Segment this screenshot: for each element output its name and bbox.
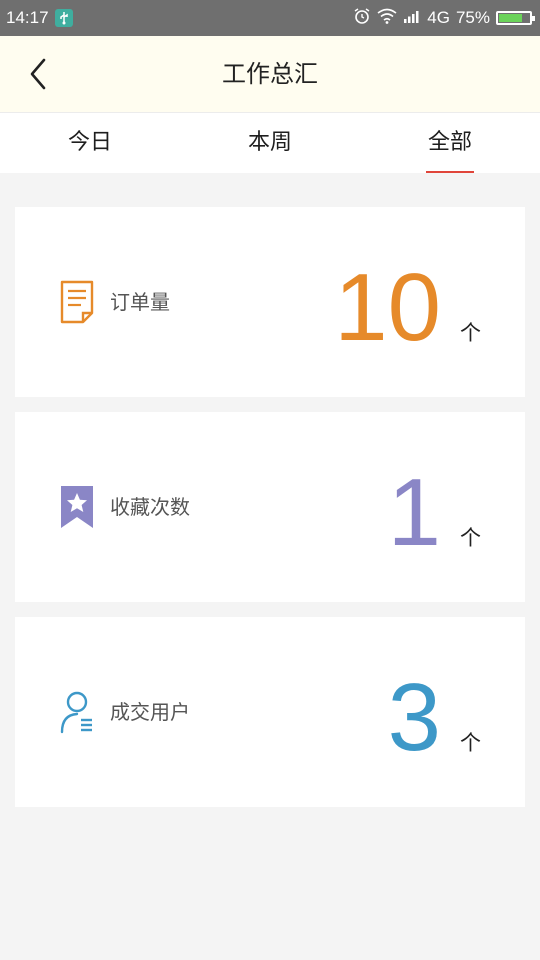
stat-card-customers: 成交用户 3 个: [15, 617, 525, 807]
wifi-icon: [377, 8, 397, 29]
card-label: 订单量: [110, 290, 170, 314]
alarm-icon: [353, 7, 371, 30]
status-bar: 14:17 4G 75%: [0, 0, 540, 36]
card-unit: 个: [460, 526, 481, 550]
usb-icon: [54, 9, 73, 27]
card-unit: 个: [460, 321, 481, 345]
tab-today[interactable]: 今日: [0, 113, 180, 173]
tab-week[interactable]: 本周: [180, 113, 360, 173]
card-value: 10: [334, 254, 441, 361]
battery-level: [499, 14, 522, 22]
card-value: 1: [387, 459, 441, 566]
card-unit: 个: [460, 731, 481, 755]
bookmark-star-icon: [59, 484, 95, 530]
card-label: 收藏次数: [110, 495, 190, 519]
user-list-icon: [59, 689, 95, 735]
network-type: 4G: [427, 8, 450, 27]
tab-bar: 今日 本周 全部: [0, 113, 540, 173]
battery-percent: 75%: [455, 8, 490, 27]
stat-card-orders: 订单量 10 个: [15, 207, 525, 397]
battery-icon: [496, 11, 535, 25]
card-label: 成交用户: [110, 700, 190, 724]
document-icon: [59, 279, 95, 325]
tab-all[interactable]: 全部: [360, 113, 540, 173]
page-title: 工作总汇: [222, 60, 318, 88]
card-value: 3: [387, 664, 441, 771]
signal-icon: [403, 8, 421, 28]
header: 工作总汇: [0, 36, 540, 113]
status-time: 14:17: [6, 8, 49, 27]
stat-card-favorites: 收藏次数 1 个: [15, 412, 525, 602]
